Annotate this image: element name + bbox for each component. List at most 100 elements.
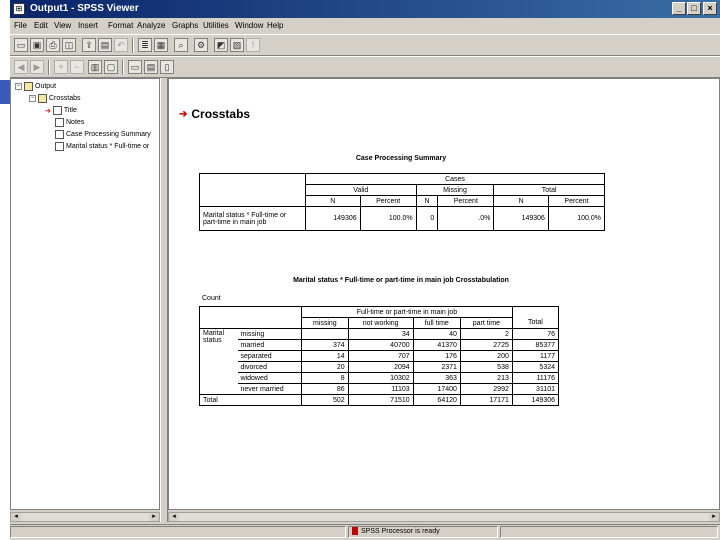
- tree-item-output[interactable]: − Output: [15, 82, 56, 91]
- close-button[interactable]: ×: [703, 2, 717, 15]
- pane-splitter[interactable]: [160, 78, 168, 522]
- cell-value: 64120: [412, 394, 461, 406]
- scroll-left-icon[interactable]: ◂: [169, 513, 179, 521]
- processor-status-icon: [352, 527, 358, 536]
- title-bar[interactable]: ⊞ Output1 - SPSS Viewer _ □ ×: [10, 0, 720, 18]
- scroll-right-icon[interactable]: ▸: [709, 513, 719, 521]
- insert-heading-icon[interactable]: ▭: [128, 60, 142, 74]
- content-pane[interactable]: ➔ Crosstabs Case Processing Summary Case…: [168, 78, 720, 510]
- table-row[interactable]: separated 14 707 176 200 1177: [200, 350, 560, 362]
- group-header: Total: [493, 184, 605, 196]
- menu-edit[interactable]: Edit: [34, 21, 48, 30]
- row-label: Total: [199, 394, 302, 406]
- menu-window[interactable]: Window: [235, 21, 263, 30]
- use-sets-icon[interactable]: ⚙: [194, 38, 208, 52]
- save-icon[interactable]: ▣: [30, 38, 44, 52]
- cell-value: 17171: [459, 394, 513, 406]
- maximize-button[interactable]: □: [687, 2, 701, 15]
- spss-icon[interactable]: ⊞: [13, 3, 25, 15]
- cell-value: 2094: [347, 361, 414, 373]
- show-icon[interactable]: ▥: [88, 60, 102, 74]
- expand-icon[interactable]: +: [54, 60, 68, 74]
- content-horizontal-scrollbar[interactable]: ◂ ▸: [168, 512, 720, 522]
- print-preview-icon[interactable]: ◫: [62, 38, 76, 52]
- menu-insert[interactable]: Insert: [78, 21, 98, 30]
- tree-item-notes[interactable]: Notes: [55, 118, 84, 127]
- open-icon[interactable]: ▭: [14, 38, 28, 52]
- column-header: not working: [347, 317, 414, 329]
- cell-value: .0%: [437, 206, 495, 231]
- insert-text-icon[interactable]: ▯: [160, 60, 174, 74]
- hide-icon[interactable]: ▢: [104, 60, 118, 74]
- cell-value: 31101: [511, 383, 560, 395]
- table-row[interactable]: divorced 20 2094 2371 538 5324: [200, 361, 560, 373]
- menu-format[interactable]: Format: [108, 21, 133, 30]
- cell-value: 41370: [412, 339, 461, 351]
- menu-file[interactable]: File: [14, 21, 27, 30]
- export-icon[interactable]: ⇪: [82, 38, 96, 52]
- row-label: separated: [237, 350, 302, 362]
- status-bar: SPSS Processor is ready: [10, 524, 720, 538]
- table-corner: [199, 195, 306, 207]
- table-row[interactable]: Marital status * Full-time or part-time …: [199, 206, 606, 231]
- menu-graphs[interactable]: Graphs: [172, 21, 198, 30]
- tree-item-title[interactable]: ➔ Title: [45, 106, 77, 115]
- cell-value: 8: [301, 372, 349, 384]
- table-icon: [55, 130, 64, 139]
- tree-item-crosstabs[interactable]: − Crosstabs: [29, 94, 81, 103]
- table-row-total[interactable]: Total 502 71510 64120 17171 149306: [199, 394, 560, 406]
- designate-window-icon[interactable]: ▧: [230, 38, 244, 52]
- dialog-recall-icon[interactable]: ▤: [98, 38, 112, 52]
- crosstabulation-table[interactable]: Full-time or part-time in main job missi…: [199, 306, 560, 406]
- cell-value: 14: [301, 350, 349, 362]
- demote-icon[interactable]: ▶: [30, 60, 44, 74]
- folder-icon: [24, 82, 33, 91]
- variables-icon[interactable]: ▦: [154, 38, 168, 52]
- cell-value: 2992: [459, 383, 513, 395]
- tree-item-case-processing-summary[interactable]: Case Processing Summary: [55, 130, 151, 139]
- insert-title-icon[interactable]: ▤: [144, 60, 158, 74]
- tree-item-crosstabulation[interactable]: Marital status * Full-time or: [55, 142, 149, 151]
- promote-icon[interactable]: ◀: [14, 60, 28, 74]
- status-panel-processor: SPSS Processor is ready: [348, 526, 498, 538]
- print-icon[interactable]: ⎙: [46, 38, 60, 52]
- goto-case-icon[interactable]: ≣: [138, 38, 152, 52]
- menu-view[interactable]: View: [54, 21, 71, 30]
- cell-value: 149306: [305, 206, 361, 231]
- select-cases-icon[interactable]: ◩: [214, 38, 228, 52]
- menu-utilities[interactable]: Utilities: [203, 21, 229, 30]
- undo-icon[interactable]: ↶: [114, 38, 128, 52]
- collapse-toggle-icon[interactable]: −: [29, 95, 36, 102]
- collapse-icon[interactable]: −: [70, 60, 84, 74]
- cell-value: 40700: [347, 339, 414, 351]
- menu-help[interactable]: Help: [267, 21, 283, 30]
- count-label: Count: [202, 295, 221, 302]
- cell-value: 538: [459, 361, 513, 373]
- table-row[interactable]: married 374 40700 41370 2725 85377: [200, 339, 560, 351]
- crosstab-table-title: Marital status * Full-time or part-time …: [293, 277, 509, 284]
- cases-header: Cases: [305, 173, 605, 185]
- cell-value: 20: [301, 361, 349, 373]
- scroll-left-icon[interactable]: ◂: [11, 513, 21, 521]
- outline-horizontal-scrollbar[interactable]: ◂ ▸: [10, 512, 160, 522]
- collapse-toggle-icon[interactable]: −: [15, 83, 22, 90]
- minimize-button[interactable]: _: [672, 2, 686, 15]
- notes-icon: [55, 118, 64, 127]
- title-icon: [52, 106, 62, 115]
- group-header: Missing: [415, 184, 495, 196]
- tree-label: Output: [35, 83, 57, 90]
- menu-analyze[interactable]: Analyze: [137, 21, 165, 30]
- find-icon[interactable]: ⌕: [174, 38, 188, 52]
- table-row[interactable]: widowed 8 10302 363 213 11176: [200, 372, 560, 384]
- sub-header: Percent: [547, 195, 606, 207]
- outline-pane[interactable]: − Output − Crosstabs ➔ Title Notes Case …: [10, 78, 160, 510]
- cell-value: 1177: [511, 350, 560, 362]
- scroll-right-icon[interactable]: ▸: [149, 513, 159, 521]
- case-processing-summary-table[interactable]: Cases Valid Missing Total N Percent N Pe…: [199, 173, 606, 231]
- spss-viewer-window: ⊞ Output1 - SPSS Viewer _ □ × File Edit …: [10, 0, 720, 540]
- run-script-icon[interactable]: !: [246, 38, 260, 52]
- cell-value: 213: [459, 372, 513, 384]
- table-row[interactable]: never married 86 11103 17400 2992 31101: [200, 383, 560, 395]
- table-row[interactable]: Marital status missing 34 40 2 76: [199, 328, 560, 395]
- cell-value: 17400: [412, 383, 461, 395]
